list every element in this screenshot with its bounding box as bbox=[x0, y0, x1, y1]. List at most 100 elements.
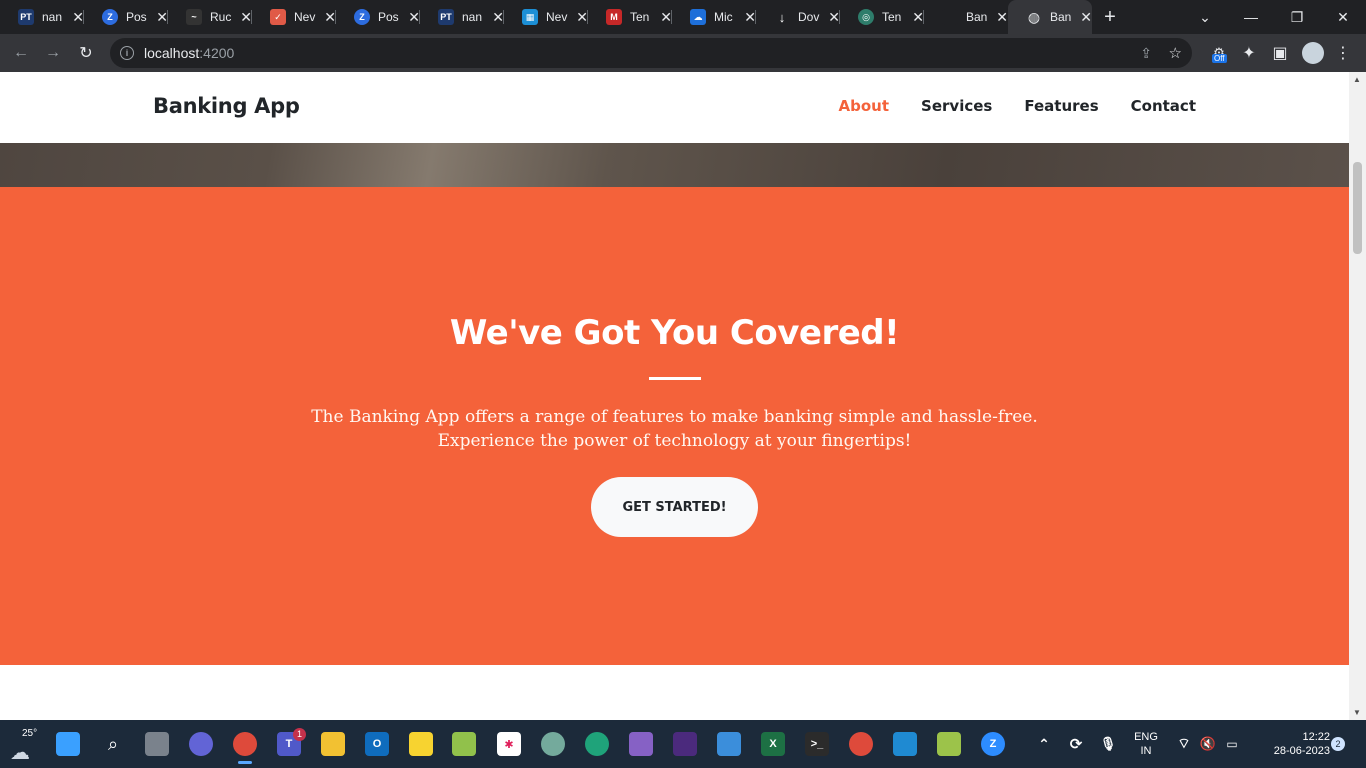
chrome-icon[interactable] bbox=[233, 732, 257, 756]
chrome-profile-icon[interactable] bbox=[849, 732, 873, 756]
file-explorer-icon[interactable] bbox=[321, 732, 345, 756]
tab-title: Pos bbox=[126, 10, 147, 24]
paint-icon[interactable] bbox=[937, 732, 961, 756]
tab-title: Nev bbox=[294, 10, 316, 24]
window-close-icon[interactable]: ✕ bbox=[1320, 0, 1366, 34]
tab-2[interactable]: ~ Ruc ✕ bbox=[168, 0, 252, 34]
start-windows-icon[interactable] bbox=[56, 732, 80, 756]
tab-title: nan bbox=[462, 10, 483, 24]
vscode-icon[interactable] bbox=[893, 732, 917, 756]
browser-toolbar: ← → ↻ i localhost:4200 ⇪ ☆ ⚙ Off ✦ ▣ ⋮ bbox=[0, 34, 1366, 72]
minimize-icon[interactable]: — bbox=[1228, 0, 1274, 34]
chatgpt-icon[interactable] bbox=[541, 732, 565, 756]
get-started-button[interactable]: GET STARTED! bbox=[591, 477, 758, 537]
scroll-down-arrow-icon[interactable]: ▼ bbox=[1353, 708, 1361, 717]
chevron-up-icon[interactable]: ⌃ bbox=[1032, 732, 1056, 756]
tab-8[interactable]: ☁ Mic ✕ bbox=[672, 0, 756, 34]
visual-studio-icon[interactable] bbox=[629, 732, 653, 756]
profile-avatar[interactable] bbox=[1300, 40, 1326, 66]
restore-icon[interactable]: ❐ bbox=[1274, 0, 1320, 34]
close-icon[interactable]: ✕ bbox=[996, 9, 1008, 26]
weather-widget[interactable]: ☁ 25° bbox=[8, 728, 42, 764]
tab-strip: PT nan ✕ Z Pos ✕ ~ Ruc ✕ ✓ Nev ✕ Z Pos ✕ PT nan ✕ ▦ N… bbox=[0, 0, 1366, 34]
nav-link-features[interactable]: Features bbox=[1024, 97, 1098, 115]
tab-9[interactable]: ↓ Dov ✕ bbox=[756, 0, 840, 34]
nav-link-contact[interactable]: Contact bbox=[1131, 97, 1196, 115]
address-bar[interactable]: i localhost:4200 ⇪ ☆ bbox=[110, 38, 1192, 68]
about-section: We've Got You Covered! The Banking App o… bbox=[0, 187, 1349, 665]
tab-4[interactable]: Z Pos ✕ bbox=[336, 0, 420, 34]
notepad-plus-icon[interactable] bbox=[452, 732, 476, 756]
chat-icon[interactable] bbox=[189, 732, 213, 756]
task-view-icon[interactable] bbox=[145, 732, 169, 756]
tab-6[interactable]: ▦ Nev ✕ bbox=[504, 0, 588, 34]
active-indicator bbox=[238, 761, 252, 764]
back-icon[interactable]: ← bbox=[8, 40, 34, 66]
sticky-notes-icon[interactable] bbox=[409, 732, 433, 756]
reload-icon[interactable]: ↻ bbox=[73, 40, 99, 66]
tab-3[interactable]: ✓ Nev ✕ bbox=[252, 0, 336, 34]
search-icon[interactable]: ⌕ bbox=[101, 732, 125, 756]
notification-badge[interactable]: 2 bbox=[1331, 737, 1345, 751]
tab-title: Ten bbox=[630, 10, 650, 24]
menu-kebab-icon[interactable]: ⋮ bbox=[1330, 40, 1356, 66]
battery-icon[interactable]: ▭ bbox=[1220, 732, 1244, 756]
new-tab-button[interactable]: + bbox=[1092, 0, 1128, 34]
nav-link-about[interactable]: About bbox=[839, 97, 890, 115]
extensions-puzzle-icon[interactable]: ✦ bbox=[1236, 40, 1262, 66]
share-icon[interactable]: ⇪ bbox=[1140, 45, 1152, 62]
tab-title: Ten bbox=[882, 10, 902, 24]
edge-icon[interactable] bbox=[585, 732, 609, 756]
tab-10[interactable]: ◎ Ten ✕ bbox=[840, 0, 924, 34]
tab-favicon: Z bbox=[102, 9, 118, 25]
close-icon[interactable]: ✕ bbox=[1080, 9, 1092, 26]
tab-0[interactable]: PT nan ✕ bbox=[0, 0, 84, 34]
tab-favicon: ~ bbox=[186, 9, 202, 25]
microphone-icon[interactable]: 🎙 bbox=[1096, 732, 1120, 756]
terminal-icon[interactable]: >_ bbox=[805, 732, 829, 756]
outlook-icon[interactable]: O bbox=[365, 732, 389, 756]
page-scrollbar[interactable]: ▲ ▼ bbox=[1349, 72, 1366, 720]
brand-logo[interactable]: Banking App bbox=[153, 94, 300, 118]
scroll-up-arrow-icon[interactable]: ▲ bbox=[1353, 75, 1361, 84]
tab-5[interactable]: PT nan ✕ bbox=[420, 0, 504, 34]
nav-link-services[interactable]: Services bbox=[921, 97, 992, 115]
forward-icon[interactable]: → bbox=[40, 40, 66, 66]
windows-taskbar: ☁ 25° ⌕ T 1 O ✱ X >_ Z ⌃ ⟳ 🎙 ENG IN ⌔ 🔇 … bbox=[0, 720, 1366, 768]
notepad-icon[interactable] bbox=[717, 732, 741, 756]
zoom-icon[interactable]: Z bbox=[981, 732, 1005, 756]
tab-11[interactable]: Ban ✕ bbox=[924, 0, 1008, 34]
site-info-icon[interactable]: i bbox=[120, 46, 134, 60]
tab-favicon: ↓ bbox=[774, 9, 790, 25]
tab-1[interactable]: Z Pos ✕ bbox=[84, 0, 168, 34]
heading-divider bbox=[649, 377, 701, 380]
tab-favicon: ▦ bbox=[522, 9, 538, 25]
cloud-icon: ☁ bbox=[10, 742, 30, 764]
scrollbar-thumb[interactable] bbox=[1353, 162, 1362, 254]
url-text[interactable]: localhost:4200 bbox=[144, 45, 234, 61]
slack-icon[interactable]: ✱ bbox=[497, 732, 521, 756]
language-indicator[interactable]: ENG IN bbox=[1126, 730, 1166, 758]
excel-icon[interactable]: X bbox=[761, 732, 785, 756]
tab-favicon: ◎ bbox=[858, 9, 874, 25]
bookmark-star-icon[interactable]: ☆ bbox=[1169, 44, 1182, 62]
sync-icon[interactable]: ⟳ bbox=[1064, 732, 1088, 756]
tab-title: Nev bbox=[546, 10, 568, 24]
tab-title: Dov bbox=[798, 10, 820, 24]
clock[interactable]: 12:22 28-06-2023 bbox=[1250, 730, 1330, 758]
tab-active[interactable]: ◍ Ban ✕ bbox=[1008, 0, 1092, 34]
wifi-icon[interactable]: ⌔ bbox=[1172, 732, 1196, 756]
side-panel-icon[interactable]: ▣ bbox=[1267, 40, 1293, 66]
tab-title: nan bbox=[42, 10, 63, 24]
tab-favicon: ☁ bbox=[690, 9, 706, 25]
site-navbar: Banking App About Services Features Cont… bbox=[0, 72, 1349, 143]
extension-icon[interactable]: ⚙ Off bbox=[1206, 40, 1232, 66]
screen: PT nan ✕ Z Pos ✕ ~ Ruc ✕ ✓ Nev ✕ Z Pos ✕ PT nan ✕ ▦ N… bbox=[0, 0, 1366, 768]
about-line-1: The Banking App offers a range of featur… bbox=[311, 407, 1038, 427]
volume-muted-icon[interactable]: 🔇 bbox=[1196, 732, 1220, 756]
terminal-app-icon[interactable] bbox=[673, 732, 697, 756]
tab-search-icon[interactable]: ⌄ bbox=[1182, 0, 1228, 34]
about-heading: We've Got You Covered! bbox=[449, 313, 900, 353]
language-code: ENG bbox=[1134, 731, 1158, 743]
tab-7[interactable]: M Ten ✕ bbox=[588, 0, 672, 34]
